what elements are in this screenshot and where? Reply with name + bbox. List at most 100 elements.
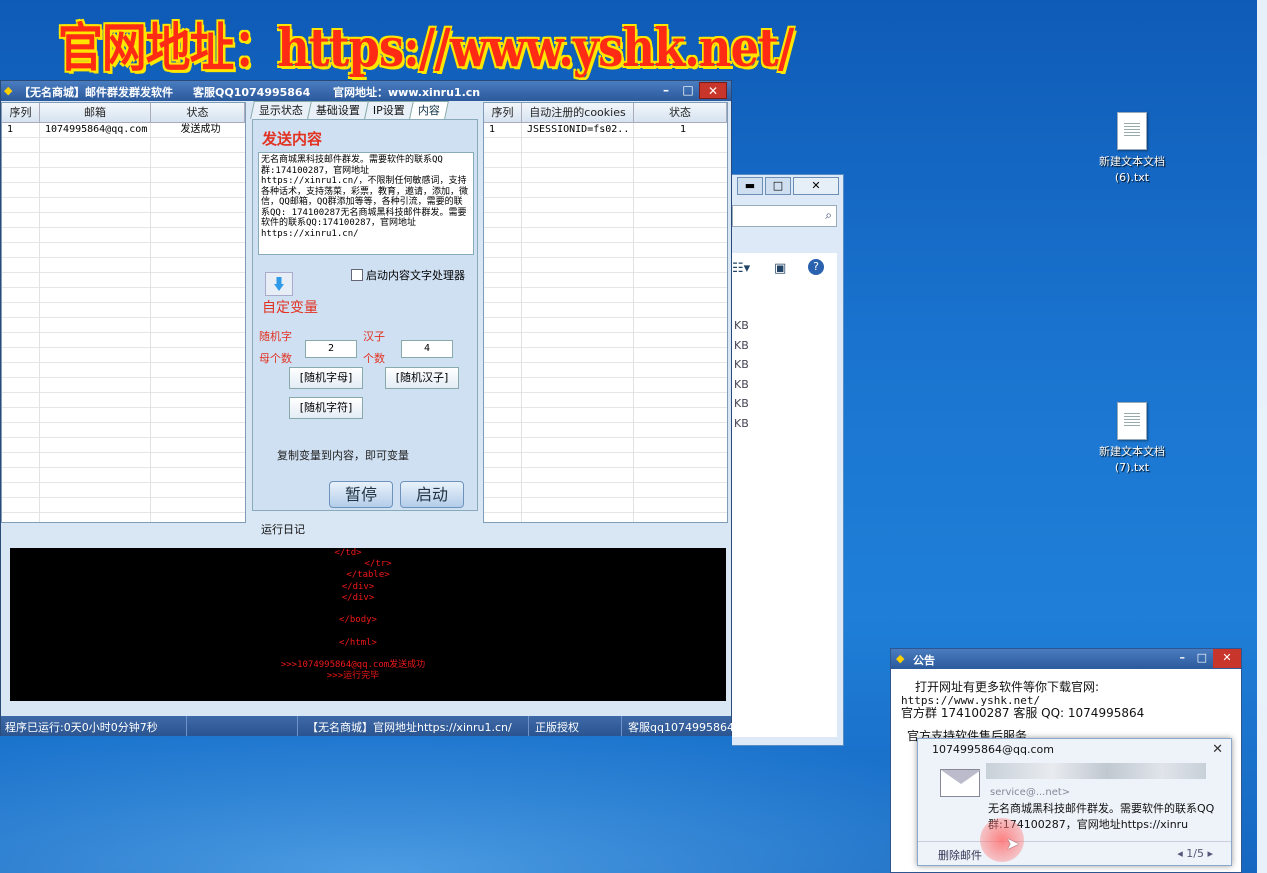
download-arrow-icon[interactable] bbox=[265, 272, 293, 296]
explorer-window: ▬ □ ✕ ⌕ KB KB KB KB KB KB ☷▾ ▣ ? bbox=[732, 174, 844, 746]
column-header[interactable]: 自动注册的cookies bbox=[522, 103, 634, 122]
log-line: </body> bbox=[339, 615, 377, 626]
cell: 发送成功 bbox=[180, 124, 221, 135]
tab-bar: 显示状态 基础设置 IP设置 内容 bbox=[250, 101, 449, 119]
file-size: KB bbox=[734, 319, 749, 332]
help-icon[interactable]: ? bbox=[808, 259, 824, 275]
file-size: KB bbox=[734, 378, 749, 391]
file-size: KB bbox=[734, 417, 749, 430]
site-status: 【无名商城】官网地址https://xinru1.cn/ bbox=[307, 721, 512, 734]
preview-pane-icon[interactable]: ▣ bbox=[774, 261, 786, 276]
file-size: KB bbox=[734, 358, 749, 371]
close-button[interactable]: ✕ bbox=[699, 82, 727, 99]
tab-basic-settings[interactable]: 基础设置 bbox=[307, 101, 369, 119]
column-header[interactable]: 序列 bbox=[2, 103, 40, 122]
support-status: 客服qq1074995864 bbox=[628, 721, 734, 734]
content-tab-body: 发送内容 无名商城黑科技邮件群发。需要软件的联系QQ群:174100287，官网… bbox=[252, 119, 478, 511]
random-letter-label-2: 母个数 bbox=[259, 352, 292, 365]
cookies-table[interactable]: 序列 自动注册的cookies 状态 1 JSESSIONID=fs02.. 1 bbox=[483, 102, 728, 523]
file-size: KB bbox=[734, 339, 749, 352]
maximize-button[interactable]: □ bbox=[677, 82, 699, 99]
random-hanzi-button[interactable]: [随机汉子] bbox=[385, 367, 459, 389]
table-row[interactable]: 1 1074995864@qq.com 发送成功 bbox=[2, 123, 245, 138]
view-options-icon[interactable]: ☷▾ bbox=[732, 261, 750, 276]
notification-sender: service@...net> bbox=[990, 787, 1071, 798]
column-header[interactable]: 邮箱 bbox=[40, 103, 151, 122]
notification-pager[interactable]: ◂ 1/5 ▸ bbox=[1177, 847, 1213, 860]
log-line: >>>运行完毕 bbox=[326, 671, 380, 682]
enable-processor-checkbox[interactable]: 启动内容文字处理器 bbox=[351, 267, 465, 283]
notice-minimize-button[interactable]: – bbox=[1180, 651, 1186, 664]
explorer-commandbar: ☷▾ ▣ ? bbox=[732, 257, 837, 281]
column-header[interactable]: 序列 bbox=[484, 103, 522, 122]
notice-logo-icon: ◆ bbox=[896, 652, 905, 665]
desktop-file-label: 新建文本文档 (6).txt bbox=[1099, 155, 1165, 184]
text-file-icon bbox=[1117, 112, 1147, 150]
mail-notification[interactable]: 1074995864@qq.com ✕ service@...net> 无名商城… bbox=[917, 738, 1232, 866]
notification-close-icon[interactable]: ✕ bbox=[1212, 742, 1223, 757]
notice-close-button[interactable]: ✕ bbox=[1213, 649, 1241, 668]
redacted-subject bbox=[986, 763, 1206, 779]
tab-content[interactable]: 内容 bbox=[408, 101, 449, 119]
run-log-console[interactable]: </td> </tr> </table> </div> </div> </bod… bbox=[10, 548, 726, 701]
table-header: 序列 自动注册的cookies 状态 bbox=[484, 103, 727, 123]
checkbox-box[interactable] bbox=[351, 269, 363, 281]
desktop-file-7[interactable]: 新建文本文档 (7).txt bbox=[1087, 402, 1177, 476]
search-icon: ⌕ bbox=[825, 208, 832, 222]
explorer-close-button[interactable]: ✕ bbox=[793, 177, 839, 195]
hanzi-count-input[interactable]: 4 bbox=[401, 340, 453, 358]
checkbox-label: 启动内容文字处理器 bbox=[366, 269, 465, 282]
column-header[interactable]: 状态 bbox=[634, 103, 727, 122]
random-symbol-button[interactable]: [随机字符] bbox=[289, 397, 363, 419]
notice-line: 打开网址有更多软件等你下载官网: bbox=[915, 680, 1100, 694]
text-file-icon bbox=[1117, 402, 1147, 440]
notification-account: 1074995864@qq.com bbox=[932, 743, 1054, 756]
run-log-label: 运行日记 bbox=[261, 523, 305, 536]
next-arrow-icon[interactable]: ▸ bbox=[1207, 847, 1213, 860]
notification-preview[interactable]: 无名商城黑科技邮件群发。需要软件的联系QQ群:174100287，官网地址htt… bbox=[988, 801, 1224, 833]
prev-arrow-icon[interactable]: ◂ bbox=[1177, 847, 1183, 860]
tab-display-status[interactable]: 显示状态 bbox=[250, 101, 312, 119]
copy-variable-hint: 复制变量到内容，即可变量 bbox=[277, 449, 409, 462]
cell: 1 bbox=[679, 124, 687, 135]
file-size: KB bbox=[734, 397, 749, 410]
cell: 1 bbox=[7, 124, 14, 135]
random-letter-button[interactable]: [随机字母] bbox=[289, 367, 363, 389]
content-textarea[interactable]: 无名商城黑科技邮件群发。需要软件的联系QQ群:174100287，官网地址htt… bbox=[258, 152, 474, 255]
explorer-minimize-button[interactable]: ▬ bbox=[737, 177, 763, 195]
log-line: </table> bbox=[346, 570, 390, 581]
table-row[interactable]: 1 JSESSIONID=fs02.. 1 bbox=[484, 123, 727, 138]
column-header[interactable]: 状态 bbox=[151, 103, 245, 122]
minimize-button[interactable]: – bbox=[655, 82, 677, 99]
license-status: 正版授权 bbox=[535, 721, 579, 734]
email-status-table[interactable]: 序列 邮箱 状态 1 1074995864@qq.com 发送成功 bbox=[1, 102, 246, 523]
hanzi-label-2: 个数 bbox=[363, 352, 385, 365]
table-header: 序列 邮箱 状态 bbox=[2, 103, 245, 123]
desktop-file-6[interactable]: 新建文本文档 (6).txt bbox=[1087, 112, 1177, 186]
cell: JSESSIONID=fs02.. bbox=[527, 124, 630, 135]
tab-ip-settings[interactable]: IP设置 bbox=[364, 101, 414, 119]
start-button[interactable]: 启动 bbox=[400, 481, 464, 508]
notice-maximize-button[interactable]: □ bbox=[1197, 651, 1207, 664]
random-letter-count-input[interactable]: 2 bbox=[305, 340, 357, 358]
log-line: </html> bbox=[339, 637, 377, 648]
explorer-maximize-button[interactable]: □ bbox=[765, 177, 791, 195]
explorer-file-list: KB KB KB KB KB KB bbox=[732, 253, 837, 737]
explorer-search-box[interactable]: ⌕ bbox=[732, 205, 837, 227]
runtime-status: 程序已运行:0天0小时0分钟7秒 bbox=[5, 721, 158, 734]
send-content-heading: 发送内容 bbox=[262, 130, 323, 148]
delete-mail-link[interactable]: 删除邮件 bbox=[938, 847, 982, 863]
custom-variable-heading: 自定变量 bbox=[262, 300, 318, 316]
pause-button[interactable]: 暂停 bbox=[329, 481, 393, 508]
app-titlebar: ◆ 【无名商城】邮件群发群发软件 客服QQ1074995864 官网地址：www… bbox=[1, 81, 731, 101]
mailer-app-window: ◆ 【无名商城】邮件群发群发软件 客服QQ1074995864 官网地址：www… bbox=[0, 80, 734, 736]
notice-titlebar: ◆ 公告 – □ ✕ bbox=[891, 649, 1241, 669]
log-line: </div> bbox=[341, 592, 375, 603]
app-site: 官网地址：www.xinru1.cn bbox=[333, 86, 481, 99]
app-support-qq: 客服QQ1074995864 bbox=[193, 86, 311, 99]
log-line: >>>1074995864@qq.com发送成功 bbox=[280, 659, 426, 670]
log-line: </tr> bbox=[364, 559, 392, 570]
